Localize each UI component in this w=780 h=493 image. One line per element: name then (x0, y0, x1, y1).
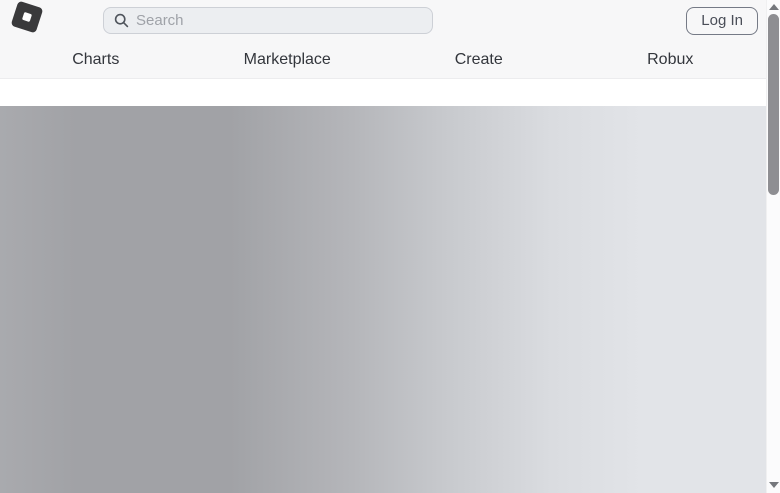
nav-tab-charts[interactable]: Charts (0, 44, 192, 78)
scrollbar-thumb[interactable] (768, 14, 779, 195)
site-header: Log In Charts Marketplace Create Robux (0, 0, 766, 79)
search-bar[interactable] (103, 7, 433, 34)
main-nav: Charts Marketplace Create Robux (0, 44, 766, 78)
nav-tab-marketplace[interactable]: Marketplace (192, 44, 384, 78)
loading-placeholder-block (0, 106, 766, 493)
search-input[interactable] (136, 12, 422, 29)
header-content-gap (0, 79, 766, 106)
scrollbar-down-arrow-icon[interactable] (768, 482, 779, 488)
search-icon (114, 13, 129, 28)
vertical-scrollbar[interactable] (766, 0, 780, 493)
scrollbar-up-arrow-icon[interactable] (768, 4, 779, 10)
nav-tab-create[interactable]: Create (383, 44, 575, 78)
header-top-row: Log In (0, 0, 766, 44)
nav-tab-robux[interactable]: Robux (575, 44, 767, 78)
roblox-logo-icon[interactable] (10, 0, 44, 34)
page: Log In Charts Marketplace Create Robux (0, 0, 766, 493)
roblox-logo-hole (21, 11, 33, 23)
login-button[interactable]: Log In (686, 7, 758, 35)
app-window: Log In Charts Marketplace Create Robux (0, 0, 780, 493)
